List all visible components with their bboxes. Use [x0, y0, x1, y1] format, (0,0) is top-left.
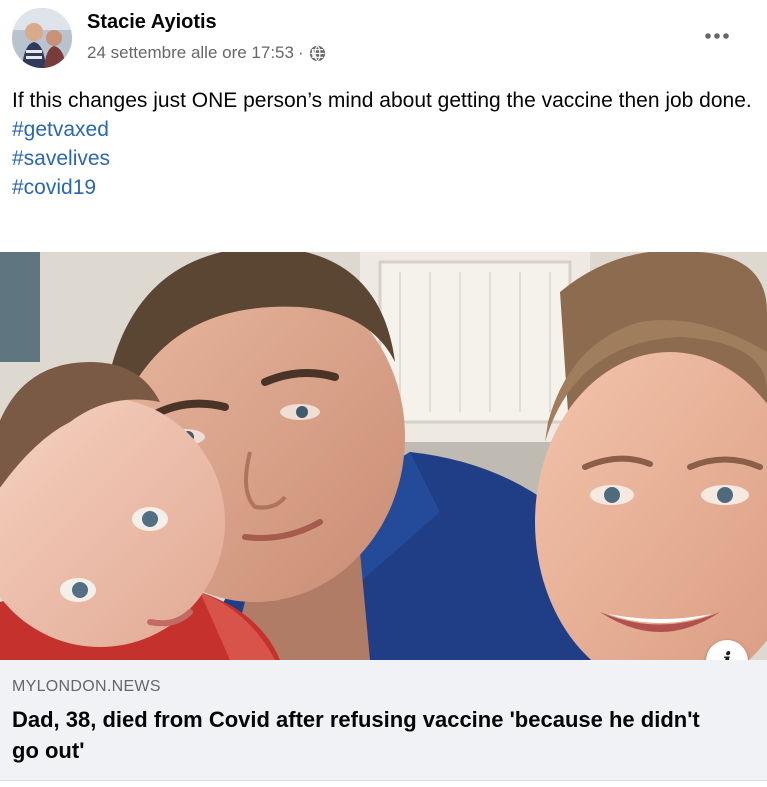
link-preview-image[interactable]: [0, 252, 767, 660]
author-name[interactable]: Stacie Ayiotis: [87, 11, 217, 34]
post-text: If this changes just ONE person’s mind a…: [12, 86, 752, 202]
ellipsis-icon: [705, 33, 729, 39]
avatar-image: [12, 8, 72, 68]
post-meta: 24 settembre alle ore 17:53 ·: [87, 43, 326, 63]
link-preview-card[interactable]: MYLONDON.NEWS Dad, 38, died from Covid a…: [0, 660, 767, 780]
post-timestamp[interactable]: 24 settembre alle ore 17:53: [87, 43, 294, 63]
hashtag-savelives[interactable]: #savelives: [12, 144, 752, 173]
facebook-post: Stacie Ayiotis 24 settembre alle ore 17:…: [0, 0, 767, 787]
family-selfie-photo: [0, 252, 767, 660]
link-domain: MYLONDON.NEWS: [12, 678, 161, 695]
post-message: If this changes just ONE person’s mind a…: [12, 89, 752, 112]
post-header: Stacie Ayiotis 24 settembre alle ore 17:…: [0, 0, 767, 78]
meta-separator: ·: [297, 43, 304, 62]
card-bottom-divider: [0, 780, 767, 781]
author-avatar[interactable]: [12, 8, 72, 68]
more-options-icon[interactable]: [703, 22, 731, 50]
link-headline[interactable]: Dad, 38, died from Covid after refusing …: [12, 704, 732, 766]
hashtag-covid19[interactable]: #covid19: [12, 173, 752, 202]
globe-icon[interactable]: [309, 45, 326, 62]
hashtag-getvaxed[interactable]: #getvaxed: [12, 115, 752, 144]
